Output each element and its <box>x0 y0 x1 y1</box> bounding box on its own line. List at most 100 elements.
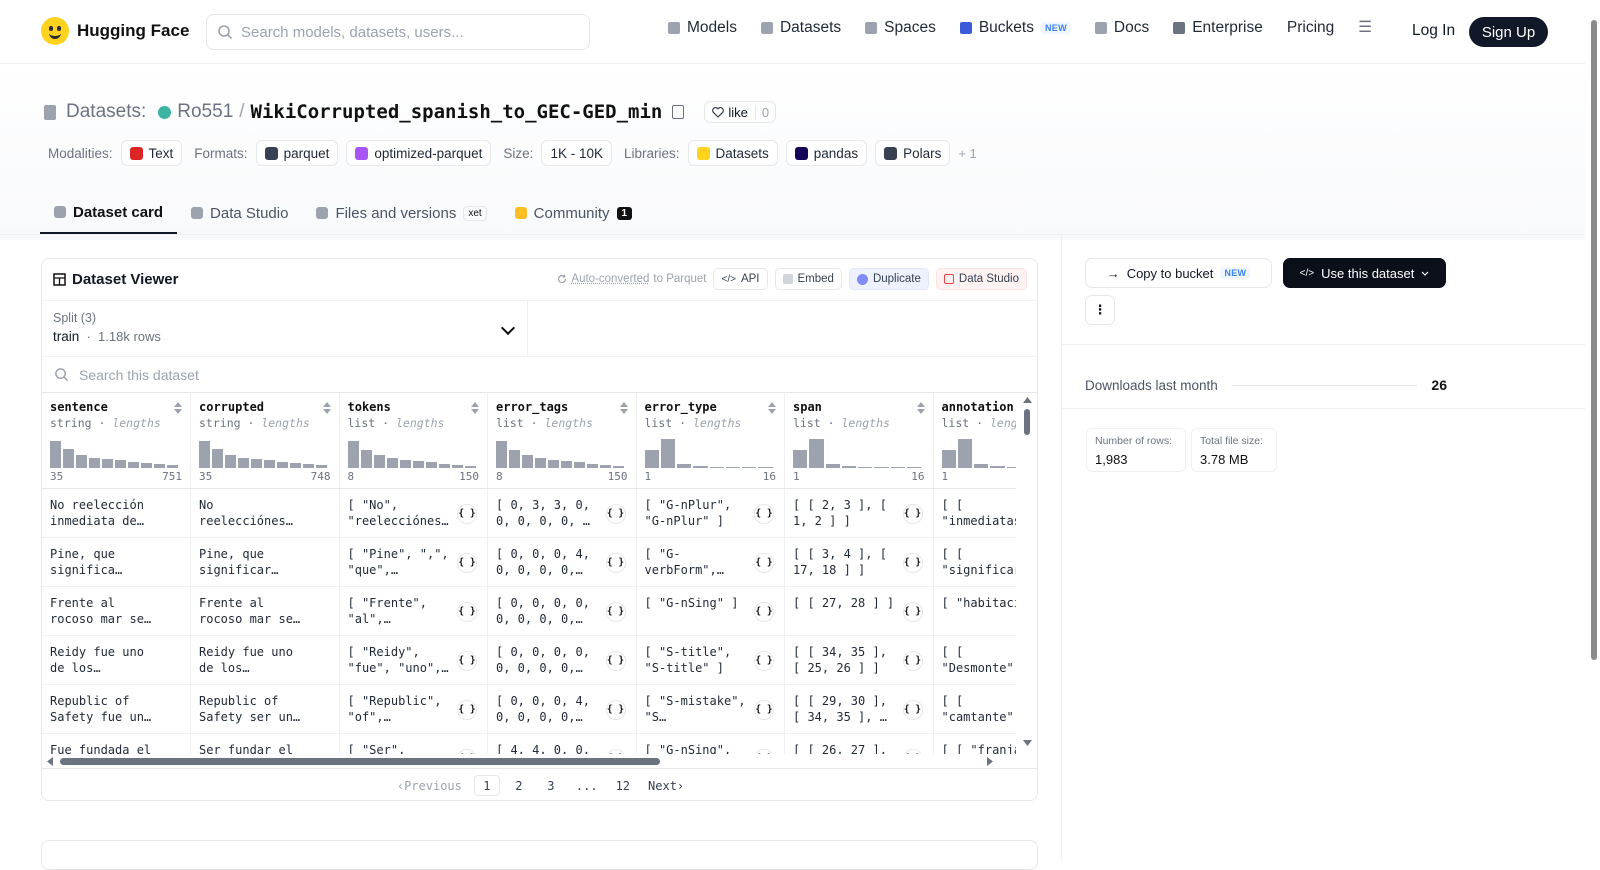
login-link[interactable]: Log In <box>1412 22 1455 40</box>
scroll-up-arrow-icon[interactable] <box>1023 397 1032 403</box>
global-search[interactable] <box>206 14 590 50</box>
table-cell[interactable]: [ "G-nPlur", "G-nPlur" ]{ } <box>636 488 785 538</box>
column-header-corrupted[interactable]: corrupted string · lengths 35 748 <box>190 392 340 489</box>
histogram-bar[interactable] <box>874 467 889 468</box>
table-cell[interactable]: [ [ 2, 3 ], [ 1, 2 ] ]{ } <box>784 488 934 538</box>
column-header-annotation[interactable]: annotation list · lengths 1 <box>933 392 1016 489</box>
column-header-error_type[interactable]: error_type list · lengths 1 16 <box>636 392 785 489</box>
histogram-bar[interactable] <box>509 450 520 468</box>
histogram-bar[interactable] <box>890 467 905 468</box>
json-view-icon[interactable]: { } <box>457 699 477 720</box>
table-cell[interactable]: [ [ 3, 4 ], [ 17, 18 ] ]{ } <box>784 537 934 587</box>
json-view-icon[interactable]: { } <box>902 699 923 720</box>
tab-data-studio[interactable]: Data Studio <box>177 192 302 234</box>
json-view-icon[interactable]: { } <box>902 650 923 671</box>
table-cell[interactable]: [ [ "inmediatas…{ } <box>933 488 1016 538</box>
table-row[interactable]: Pine, que significa «Pine I… Pine, que si… <box>42 537 1016 587</box>
table-cell[interactable]: [ "Republic", "of",…{ } <box>339 684 488 734</box>
formats-chip-parquet[interactable]: parquet <box>255 140 339 166</box>
histogram-bar[interactable] <box>167 465 178 468</box>
histogram-bar[interactable] <box>303 464 314 468</box>
histogram-bar[interactable] <box>793 450 808 468</box>
table-cell[interactable]: Frente al rocoso mar se encuentra… <box>190 586 340 636</box>
table-cell[interactable]: [ 0, 3, 3, 0, 0, 0, 0, 0, …{ } <box>487 488 637 538</box>
histogram-bar[interactable] <box>89 457 100 468</box>
table-cell[interactable]: [ [ "camtante",…{ } <box>933 684 1016 734</box>
table-cell[interactable]: Republic of Safety fue una banda… <box>42 684 191 734</box>
column-header-sentence[interactable]: sentence string · lengths 35 751 <box>42 392 191 489</box>
tab-dataset-card[interactable]: Dataset card <box>40 192 178 234</box>
table-cell[interactable]: [ "G-verbForm",…{ } <box>636 537 785 587</box>
table-row[interactable]: Frente al rocoso mar se encuentra… Frente… <box>42 586 1016 636</box>
table-cell[interactable]: [ [ "franja{ } <box>933 733 1016 754</box>
horizontal-scroll-thumb[interactable] <box>60 758 660 765</box>
json-view-icon[interactable]: { } <box>605 699 626 720</box>
histogram-bar[interactable] <box>709 466 724 468</box>
table-cell[interactable]: [ "Reidy", "fue", "uno",…{ } <box>339 635 488 685</box>
user-avatar[interactable] <box>158 105 172 119</box>
brand-logo[interactable]: Hugging Face <box>41 17 189 45</box>
json-view-icon[interactable]: { } <box>902 503 923 524</box>
histogram-bar[interactable] <box>941 450 956 468</box>
column-histogram[interactable] <box>644 436 773 468</box>
table-cell[interactable]: [ "S-mistake", "S…{ } <box>636 684 785 734</box>
like-button[interactable]: like 0 <box>704 101 777 123</box>
json-view-icon[interactable]: { } <box>902 601 923 622</box>
nav-link-enterprise[interactable]: Enterprise <box>1173 19 1263 37</box>
table-cell[interactable]: [ 0, 0, 0, 4, 0, 0, 0, 0,…{ } <box>487 537 637 587</box>
table-cell[interactable]: [ 0, 0, 0, 0, 0, 0, 0, 0,…{ } <box>487 635 637 685</box>
table-cell[interactable]: [ "Pine", ",", "que",…{ } <box>339 537 488 587</box>
histogram-bar[interactable] <box>990 466 1005 468</box>
histogram-bar[interactable] <box>906 467 921 468</box>
table-cell[interactable]: [ "G-nSing",{ } <box>636 733 785 754</box>
table-row[interactable]: Republic of Safety fue una banda… Republi… <box>42 684 1016 734</box>
nav-link-datasets[interactable]: Datasets <box>760 19 841 37</box>
split-dropdown[interactable]: Split (3) train · 1.18k rows <box>42 301 528 357</box>
page-2[interactable]: 2 <box>506 775 532 796</box>
histogram-bar[interactable] <box>451 464 463 468</box>
histogram-bar[interactable] <box>522 455 533 468</box>
histogram-bar[interactable] <box>386 458 398 468</box>
histogram-bar[interactable] <box>858 466 873 468</box>
histogram-bar[interactable] <box>535 458 546 468</box>
table-cell[interactable]: Reidy fue uno de los arquitectos… <box>42 635 191 685</box>
json-view-icon[interactable]: { } <box>754 503 774 524</box>
nav-link-models[interactable]: Models <box>668 19 737 37</box>
histogram-bar[interactable] <box>264 460 275 468</box>
histogram-bar[interactable] <box>360 450 372 468</box>
histogram-bar[interactable] <box>957 439 972 468</box>
histogram-bar[interactable] <box>251 459 262 468</box>
menu-icon[interactable]: ☰ <box>1358 18 1372 37</box>
histogram-bar[interactable] <box>809 439 824 468</box>
page-1[interactable]: 1 <box>473 775 500 796</box>
sort-icon[interactable] <box>471 402 479 414</box>
json-view-icon[interactable]: { } <box>605 650 626 671</box>
histogram-bar[interactable] <box>644 450 659 468</box>
histogram-bar[interactable] <box>238 457 249 468</box>
table-cell[interactable]: [ [ "significar…{ } <box>933 537 1016 587</box>
column-header-error_tags[interactable]: error_tags list · lengths 8 150 <box>487 392 637 489</box>
global-search-input[interactable] <box>241 23 571 41</box>
table-row[interactable]: Reidy fue uno de los arquitectos… Reidy f… <box>42 635 1016 685</box>
table-cell[interactable]: [ [ 27, 28 ] ]{ } <box>784 586 934 636</box>
embed-button[interactable]: Embed <box>774 268 842 290</box>
more-options-button[interactable]: ⋮ <box>1085 295 1115 325</box>
table-cell[interactable]: No reelecciónes inmediatas de… <box>190 488 340 538</box>
copy-to-bucket-button[interactable]: → Copy to bucket NEW <box>1085 258 1272 288</box>
table-cell[interactable]: [ 0, 0, 0, 4, 0, 0, 0, 0,…{ } <box>487 684 637 734</box>
table-cell[interactable]: [ "Ser",{ } <box>339 733 488 754</box>
json-view-icon[interactable]: { } <box>457 650 477 671</box>
sort-icon[interactable] <box>322 402 331 414</box>
histogram-bar[interactable] <box>613 465 624 468</box>
column-histogram[interactable] <box>941 436 1016 468</box>
column-histogram[interactable] <box>347 436 476 468</box>
table-row[interactable]: No reelección inmediata de… No reelección… <box>42 488 1016 538</box>
column-histogram[interactable] <box>199 436 327 468</box>
auto-converted-link[interactable]: Auto-converted <box>571 273 649 285</box>
histogram-bar[interactable] <box>347 440 359 468</box>
histogram-bar[interactable] <box>277 461 288 468</box>
scroll-down-arrow-icon[interactable] <box>1023 740 1032 746</box>
histogram-bar[interactable] <box>561 460 572 468</box>
nav-link-spaces[interactable]: Spaces <box>865 19 936 37</box>
tab-community[interactable]: Community 1 <box>501 192 646 234</box>
